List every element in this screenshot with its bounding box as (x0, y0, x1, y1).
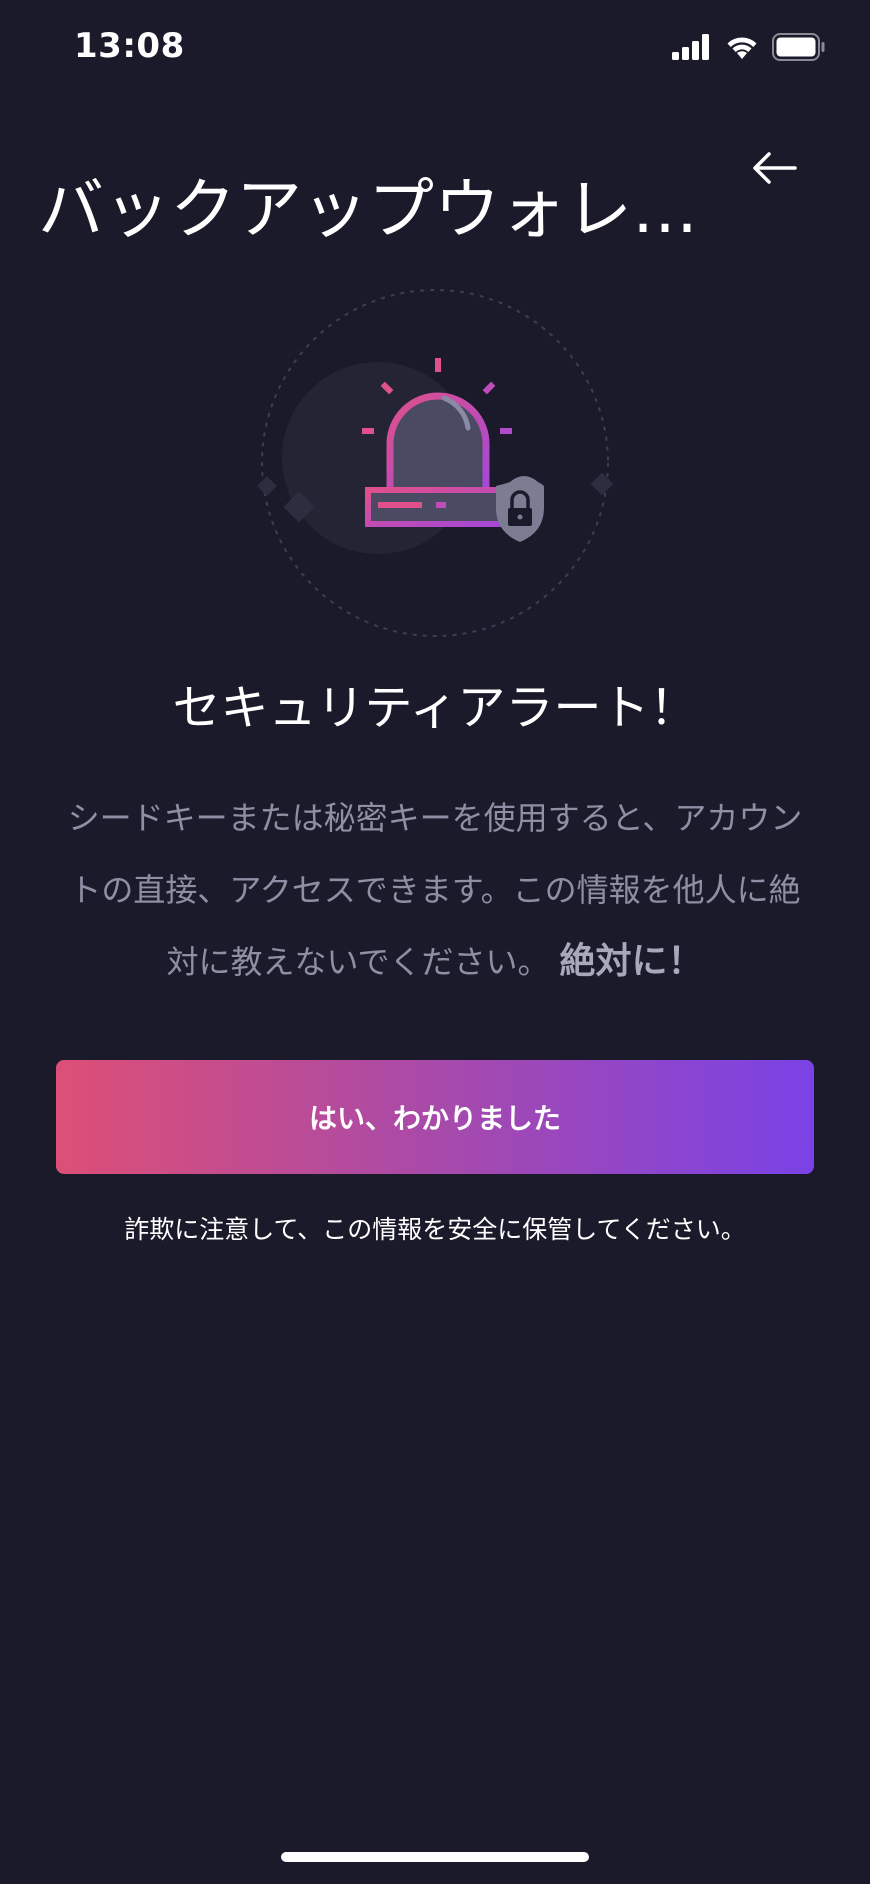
back-button[interactable] (742, 140, 806, 196)
cellular-signal-icon (672, 34, 709, 60)
footer-note: 詐欺に注意して、この情報を安全に保管してください。 (124, 1215, 746, 1244)
confirm-button[interactable]: はい、わかりました (56, 1060, 814, 1174)
home-indicator (281, 1852, 589, 1862)
alert-title: セキュリティアラート！ (172, 680, 698, 736)
alert-description: シードキーまたは秘密キーを使用すると、アカウントの直接、アクセスできます。この情… (56, 782, 814, 998)
wifi-icon (727, 37, 757, 59)
arrow-left-icon (753, 152, 797, 184)
status-icons (672, 30, 826, 64)
page-title: バックアップウォレット (38, 171, 698, 249)
shield-lock-icon (496, 476, 544, 542)
battery-icon (772, 33, 825, 61)
description-emphasis: 絶対に！ (559, 941, 704, 982)
status-time: 13:08 (74, 26, 185, 66)
header: バックアップウォレット (0, 118, 870, 248)
security-alert-illustration (254, 282, 616, 644)
status-bar: 13:08 (0, 0, 870, 96)
